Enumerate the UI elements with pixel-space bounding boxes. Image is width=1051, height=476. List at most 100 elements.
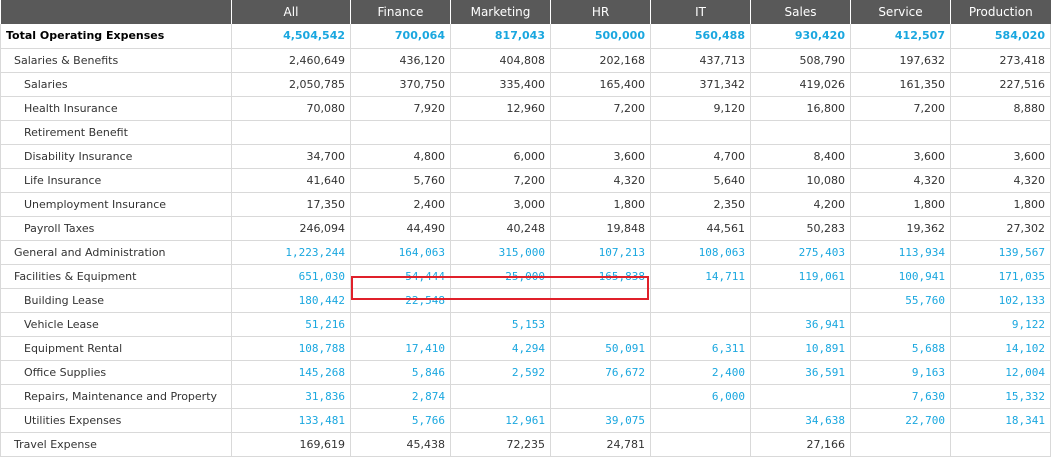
value-cell-marketing[interactable]: 6,000 bbox=[450, 144, 551, 169]
value-cell-sales[interactable]: 36,591 bbox=[750, 360, 851, 385]
value-cell-it[interactable]: 2,350 bbox=[650, 192, 751, 217]
value-cell-sales[interactable]: 119,061 bbox=[750, 264, 851, 289]
value-cell-it[interactable] bbox=[650, 288, 751, 313]
value-cell-production[interactable]: 102,133 bbox=[950, 288, 1051, 313]
value-cell-production[interactable]: 9,122 bbox=[950, 312, 1051, 337]
value-cell-all[interactable]: 34,700 bbox=[231, 144, 351, 169]
value-cell-production[interactable]: 27,302 bbox=[950, 216, 1051, 241]
value-cell-hr[interactable]: 4,320 bbox=[550, 168, 651, 193]
value-cell-sales[interactable]: 508,790 bbox=[750, 48, 851, 73]
value-cell-marketing[interactable]: 4,294 bbox=[450, 336, 551, 361]
value-cell-finance[interactable]: 54,444 bbox=[350, 264, 451, 289]
value-cell-production[interactable]: 4,320 bbox=[950, 168, 1051, 193]
value-cell-sales[interactable]: 34,638 bbox=[750, 408, 851, 433]
table-row-total-operating-expenses[interactable]: Total Operating Expenses 4,504,542 700,064… bbox=[0, 24, 1051, 49]
value-cell-all[interactable]: 4,504,542 bbox=[231, 24, 351, 49]
column-header-hr[interactable]: HR bbox=[550, 0, 651, 24]
value-cell-hr[interactable] bbox=[550, 384, 651, 409]
value-cell-service[interactable] bbox=[850, 432, 951, 457]
value-cell-finance[interactable]: 5,760 bbox=[350, 168, 451, 193]
table-row-salaries[interactable]: Salaries 2,050,785 370,750 335,400 165,400 37… bbox=[0, 72, 1051, 97]
value-cell-service[interactable]: 412,507 bbox=[850, 24, 951, 49]
row-label[interactable]: Office Supplies bbox=[0, 360, 232, 385]
value-cell-marketing[interactable]: 7,200 bbox=[450, 168, 551, 193]
value-cell-all[interactable]: 108,788 bbox=[231, 336, 351, 361]
table-row-salaries-benefits[interactable]: Salaries & Benefits 2,460,649 436,120 404,8… bbox=[0, 48, 1051, 73]
value-cell-it[interactable]: 437,713 bbox=[650, 48, 751, 73]
value-cell-hr[interactable]: 500,000 bbox=[550, 24, 651, 49]
column-header-marketing[interactable]: Marketing bbox=[450, 0, 551, 24]
value-cell-hr[interactable]: 202,168 bbox=[550, 48, 651, 73]
value-cell-sales[interactable] bbox=[750, 288, 851, 313]
row-label[interactable]: Travel Expense bbox=[0, 432, 232, 457]
value-cell-sales[interactable]: 10,891 bbox=[750, 336, 851, 361]
value-cell-finance[interactable]: 7,920 bbox=[350, 96, 451, 121]
value-cell-service[interactable]: 55,760 bbox=[850, 288, 951, 313]
value-cell-hr[interactable] bbox=[550, 312, 651, 337]
value-cell-sales[interactable]: 27,166 bbox=[750, 432, 851, 457]
value-cell-production[interactable]: 1,800 bbox=[950, 192, 1051, 217]
value-cell-all[interactable]: 651,030 bbox=[231, 264, 351, 289]
value-cell-marketing[interactable]: 25,000 bbox=[450, 264, 551, 289]
value-cell-service[interactable]: 5,688 bbox=[850, 336, 951, 361]
value-cell-it[interactable]: 9,120 bbox=[650, 96, 751, 121]
value-cell-service[interactable]: 22,700 bbox=[850, 408, 951, 433]
row-label[interactable]: Equipment Rental bbox=[0, 336, 232, 361]
value-cell-hr[interactable]: 165,838 bbox=[550, 264, 651, 289]
value-cell-all[interactable]: 145,268 bbox=[231, 360, 351, 385]
value-cell-it[interactable]: 371,342 bbox=[650, 72, 751, 97]
value-cell-hr[interactable]: 107,213 bbox=[550, 240, 651, 265]
value-cell-service[interactable]: 161,350 bbox=[850, 72, 951, 97]
column-header-service[interactable]: Service bbox=[850, 0, 951, 24]
value-cell-all[interactable]: 180,442 bbox=[231, 288, 351, 313]
value-cell-it[interactable] bbox=[650, 120, 751, 145]
value-cell-sales[interactable]: 50,283 bbox=[750, 216, 851, 241]
value-cell-finance[interactable]: 22,548 bbox=[350, 288, 451, 313]
value-cell-production[interactable]: 171,035 bbox=[950, 264, 1051, 289]
value-cell-marketing[interactable]: 315,000 bbox=[450, 240, 551, 265]
value-cell-it[interactable]: 44,561 bbox=[650, 216, 751, 241]
row-label[interactable]: Total Operating Expenses bbox=[0, 24, 232, 49]
value-cell-service[interactable]: 1,800 bbox=[850, 192, 951, 217]
value-cell-sales[interactable] bbox=[750, 384, 851, 409]
value-cell-hr[interactable]: 50,091 bbox=[550, 336, 651, 361]
value-cell-finance[interactable] bbox=[350, 120, 451, 145]
row-label[interactable]: Unemployment Insurance bbox=[0, 192, 232, 217]
value-cell-production[interactable]: 227,516 bbox=[950, 72, 1051, 97]
table-row-utilities-expenses[interactable]: Utilities Expenses 133,481 5,766 12,961 39,0… bbox=[0, 408, 1051, 433]
value-cell-it[interactable] bbox=[650, 432, 751, 457]
value-cell-all[interactable]: 51,216 bbox=[231, 312, 351, 337]
value-cell-production[interactable]: 12,004 bbox=[950, 360, 1051, 385]
table-row-retirement-benefit[interactable]: Retirement Benefit bbox=[0, 120, 1051, 145]
row-label[interactable]: Vehicle Lease bbox=[0, 312, 232, 337]
value-cell-service[interactable] bbox=[850, 312, 951, 337]
value-cell-all[interactable]: 41,640 bbox=[231, 168, 351, 193]
table-row-facilities-equipment[interactable]: Facilities & Equipment 651,030 54,444 25,00… bbox=[0, 264, 1051, 289]
column-header-all[interactable]: All bbox=[231, 0, 351, 24]
table-row-vehicle-lease[interactable]: Vehicle Lease 51,216 5,153 36,941 9,122 bbox=[0, 312, 1051, 337]
value-cell-service[interactable]: 113,934 bbox=[850, 240, 951, 265]
value-cell-service[interactable]: 7,200 bbox=[850, 96, 951, 121]
table-row-payroll-taxes[interactable]: Payroll Taxes 246,094 44,490 40,248 19,848 44… bbox=[0, 216, 1051, 241]
value-cell-marketing[interactable] bbox=[450, 120, 551, 145]
value-cell-hr[interactable]: 76,672 bbox=[550, 360, 651, 385]
value-cell-marketing[interactable]: 335,400 bbox=[450, 72, 551, 97]
value-cell-marketing[interactable]: 817,043 bbox=[450, 24, 551, 49]
value-cell-production[interactable]: 18,341 bbox=[950, 408, 1051, 433]
table-row-life-insurance[interactable]: Life Insurance 41,640 5,760 7,200 4,320 5,640… bbox=[0, 168, 1051, 193]
value-cell-it[interactable]: 14,711 bbox=[650, 264, 751, 289]
column-header-production[interactable]: Production bbox=[950, 0, 1051, 24]
value-cell-sales[interactable]: 4,200 bbox=[750, 192, 851, 217]
value-cell-hr[interactable]: 19,848 bbox=[550, 216, 651, 241]
value-cell-finance[interactable]: 44,490 bbox=[350, 216, 451, 241]
value-cell-all[interactable]: 31,836 bbox=[231, 384, 351, 409]
row-label[interactable]: Salaries bbox=[0, 72, 232, 97]
value-cell-all[interactable] bbox=[231, 120, 351, 145]
value-cell-marketing[interactable]: 72,235 bbox=[450, 432, 551, 457]
value-cell-all[interactable]: 2,460,649 bbox=[231, 48, 351, 73]
value-cell-finance[interactable]: 164,063 bbox=[350, 240, 451, 265]
value-cell-hr[interactable]: 24,781 bbox=[550, 432, 651, 457]
table-row-general-and-administration[interactable]: General and Administration 1,223,244 164,0… bbox=[0, 240, 1051, 265]
value-cell-production[interactable] bbox=[950, 432, 1051, 457]
value-cell-finance[interactable] bbox=[350, 312, 451, 337]
